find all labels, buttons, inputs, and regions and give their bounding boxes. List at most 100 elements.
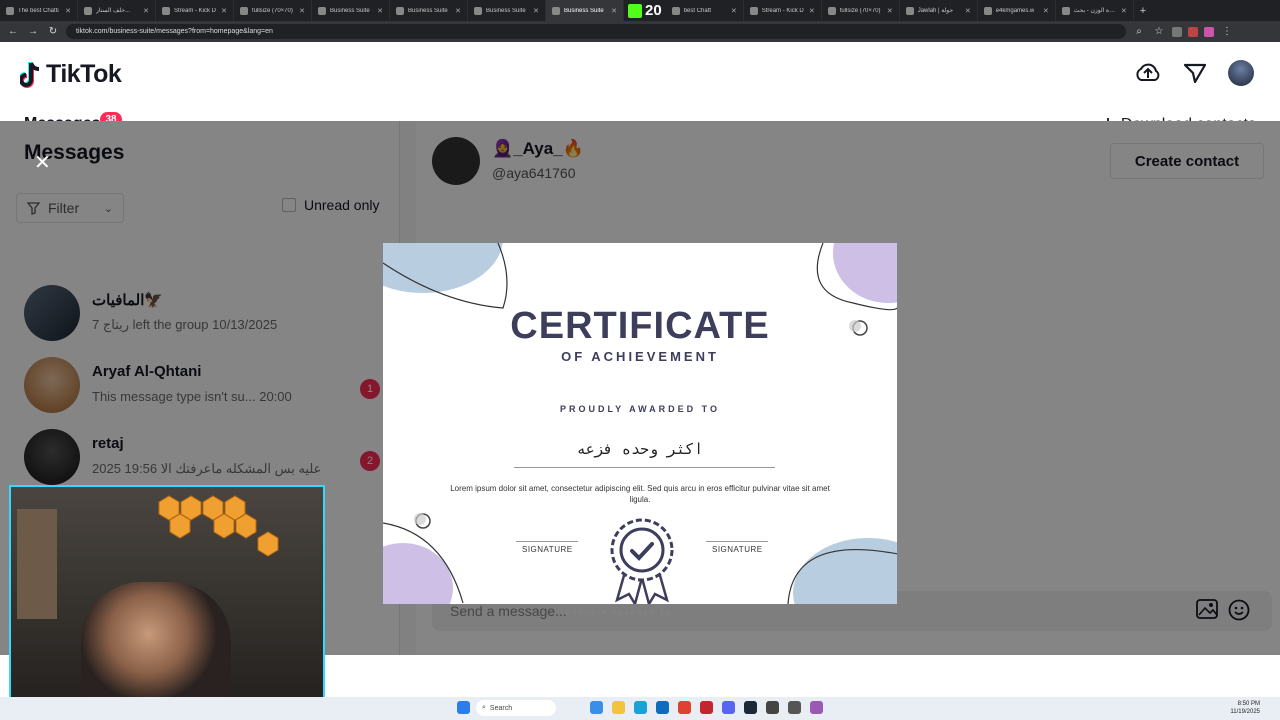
tab-favicon-icon	[749, 6, 758, 15]
chrome-icon[interactable]	[678, 701, 691, 714]
award-badge-icon	[610, 518, 674, 604]
taskbar-app-icon[interactable]	[656, 701, 669, 714]
extension-icon[interactable]	[1172, 26, 1182, 37]
tab-title: خلف الستار...	[96, 8, 130, 14]
browser-tab[interactable]: خلف الستار... ✕	[78, 0, 156, 21]
browser-tab[interactable]: Business Suite ✕	[546, 0, 624, 21]
signature-label-right: SIGNATURE	[712, 545, 763, 554]
tab-close-icon[interactable]: ✕	[455, 7, 461, 15]
edge-icon[interactable]	[634, 701, 647, 714]
tab-title: Stream - Kick D	[761, 7, 804, 14]
certificate-awarded-label: PROUDLY AWARDED TO	[559, 404, 721, 414]
upload-cloud-icon[interactable]	[1134, 62, 1162, 84]
taskbar-app-icon[interactable]	[722, 701, 735, 714]
browser-tab[interactable]: The best Chatti ✕	[0, 0, 78, 21]
address-bar[interactable]: tiktok.com/business-suite/messages?from=…	[66, 24, 1126, 39]
taskbar-app-icon[interactable]	[788, 701, 801, 714]
zoom-icon[interactable]: ⌕	[1132, 26, 1146, 37]
extension-icon[interactable]	[1188, 26, 1198, 37]
bookmark-star-icon[interactable]: ☆	[1152, 26, 1166, 37]
reload-icon[interactable]: ↻	[46, 26, 60, 37]
back-icon[interactable]: ←	[6, 26, 20, 37]
tab-favicon-icon	[983, 6, 992, 15]
tab-title: e4kmgames.w	[995, 7, 1035, 14]
tab-title: Business Suite	[486, 7, 526, 14]
tab-favicon-icon	[6, 6, 14, 15]
browser-tab[interactable]: Stream - Kick D ✕	[744, 0, 822, 21]
certificate-background-text: PROUDLY AWARDED TO	[566, 611, 672, 617]
extension-icon[interactable]	[1204, 26, 1214, 37]
browser-tab[interactable]: Jawlah | جولة ✕	[900, 0, 978, 21]
tab-favicon-icon	[827, 6, 836, 15]
tab-title: Business Suite	[408, 7, 448, 14]
tab-close-icon[interactable]: ✕	[809, 7, 815, 15]
tab-close-icon[interactable]: ✕	[1043, 7, 1049, 15]
hexagon-lights-decoration	[158, 495, 279, 557]
tab-favicon-icon	[474, 6, 482, 15]
tab-favicon-icon	[552, 6, 560, 15]
search-icon: ⌕	[482, 704, 486, 711]
browser-tab[interactable]: best Chatt ✕	[666, 0, 744, 21]
forward-icon[interactable]: →	[26, 26, 40, 37]
tab-title: fullsize (70×70)	[839, 7, 881, 14]
tab-close-icon[interactable]: ✕	[1121, 7, 1127, 15]
close-icon[interactable]: ✕	[34, 150, 51, 175]
browser-toolbar: ← → ↻ tiktok.com/business-suite/messages…	[0, 21, 1280, 42]
browser-tab[interactable]: e4kmgames.w ✕	[978, 0, 1056, 21]
browser-tab[interactable]: Business Suite ✕	[390, 0, 468, 21]
new-tab-icon[interactable]: +	[1134, 5, 1152, 17]
windows-start-icon[interactable]	[457, 701, 470, 714]
header-actions	[1134, 60, 1254, 86]
taskbar-app-icon[interactable]	[766, 701, 779, 714]
browser-tab[interactable]: سيرة الوزن - بحث ✕	[1056, 0, 1134, 21]
browser-tab[interactable]: Business Suite ✕	[468, 0, 546, 21]
tab-favicon-icon	[162, 6, 170, 15]
browser-tab-strip: The best Chatti ✕ خلف الستار... ✕ Stream - K…	[0, 0, 1280, 21]
webcam-shelf	[17, 509, 57, 619]
taskbar-app-icon[interactable]	[744, 701, 757, 714]
menu-icon[interactable]: ⋮	[1220, 26, 1234, 37]
tab-favicon-icon	[240, 6, 248, 15]
tab-close-icon[interactable]: ✕	[143, 7, 149, 15]
tab-close-icon[interactable]: ✕	[965, 7, 971, 15]
avatar[interactable]	[1228, 60, 1254, 86]
tab-close-icon[interactable]: ✕	[299, 7, 305, 15]
tab-favicon-icon	[671, 6, 680, 15]
taskbar-clock[interactable]: 8:50 PM 11/19/2025	[1230, 700, 1260, 716]
recipient-underline	[514, 467, 775, 468]
signature-line	[706, 541, 768, 542]
send-plane-icon[interactable]	[1184, 63, 1206, 83]
browser-tab[interactable]: Stream - Kick D ✕	[156, 0, 234, 21]
tab-title: Jawlah | جولة	[917, 8, 954, 14]
taskbar-search[interactable]: ⌕ Search	[476, 700, 556, 716]
clock-date: 11/19/2025	[1230, 709, 1260, 715]
certificate-title: CERTIFICATE	[510, 305, 770, 347]
signature-label-left: SIGNATURE	[522, 545, 573, 554]
certificate-subtitle: OF ACHIEVEMENT	[561, 349, 719, 364]
browser-tab[interactable]: fullsize (70×70) ✕	[822, 0, 900, 21]
file-explorer-icon[interactable]	[612, 701, 625, 714]
stream-counter-overlay: 20	[624, 0, 666, 21]
streamer-silhouette	[81, 582, 231, 705]
signature-line	[516, 541, 578, 542]
tab-close-icon[interactable]: ✕	[533, 7, 539, 15]
tab-close-icon[interactable]: ✕	[611, 7, 617, 15]
tab-favicon-icon	[396, 6, 404, 15]
browser-tab[interactable]: fullsize (70×70) ✕	[234, 0, 312, 21]
tab-close-icon[interactable]: ✕	[221, 7, 227, 15]
tab-close-icon[interactable]: ✕	[887, 7, 893, 15]
browser-tab[interactable]: Business Suite ✕	[312, 0, 390, 21]
tab-favicon-icon	[84, 6, 92, 15]
webcam-overlay	[9, 485, 325, 707]
tab-close-icon[interactable]: ✕	[377, 7, 383, 15]
clock-time: 8:50 PM	[1237, 701, 1260, 707]
taskbar-app-icon[interactable]	[810, 701, 823, 714]
tab-title: سيرة الوزن - بحث	[1073, 8, 1117, 14]
certificate-image-preview: CERTIFICATE OF ACHIEVEMENT PROUDLY AWARD…	[383, 243, 897, 604]
tab-close-icon[interactable]: ✕	[731, 7, 737, 15]
tab-close-icon[interactable]: ✕	[65, 7, 71, 15]
taskbar-app-icon[interactable]	[700, 701, 713, 714]
taskbar-app-icon[interactable]	[590, 701, 603, 714]
tiktok-logo[interactable]: TikTok	[20, 60, 122, 89]
kick-logo-icon	[628, 3, 642, 18]
